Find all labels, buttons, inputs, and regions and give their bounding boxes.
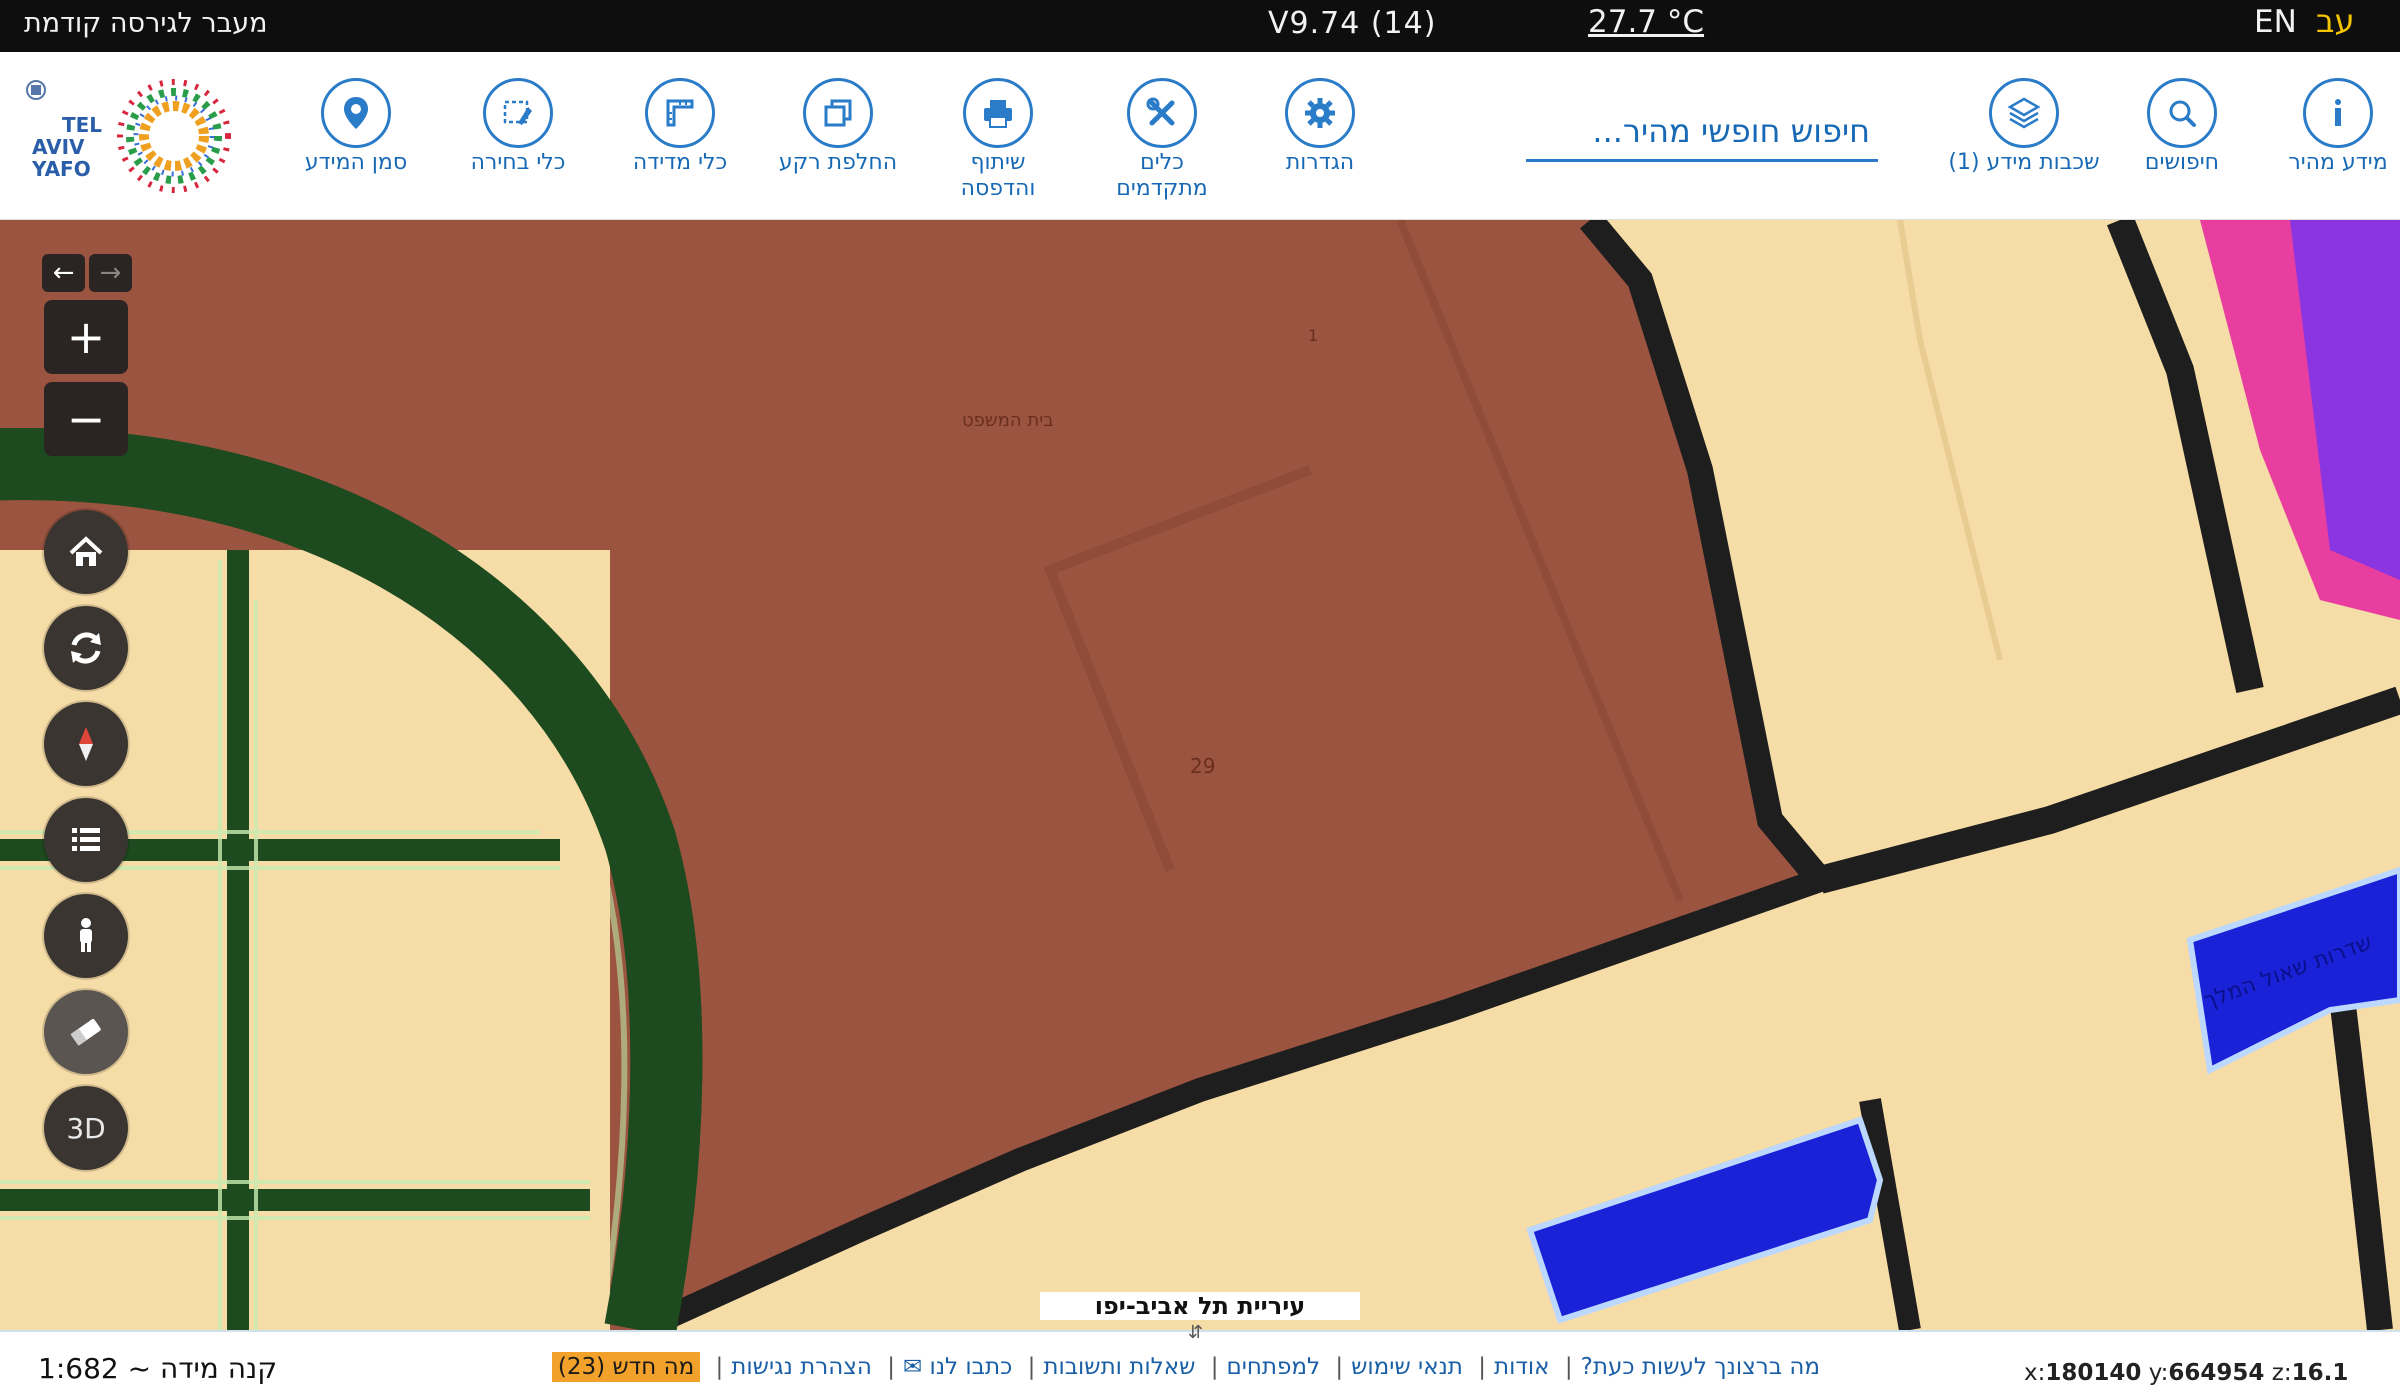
link-accessibility[interactable]: הצהרת נגישות	[731, 1354, 872, 1380]
zoom-in-button[interactable]: +	[44, 300, 128, 374]
share-print-tool[interactable]: שיתוף והדפסה	[918, 78, 1078, 202]
temperature-link[interactable]: 27.7 °C	[1588, 4, 1704, 40]
previous-version-link[interactable]: מעבר לגירסה קודמת	[24, 8, 268, 39]
y-value: 664954	[2168, 1360, 2265, 1386]
person-icon	[80, 918, 92, 952]
advanced-tools-tool[interactable]: כלים מתקדמים	[1082, 78, 1242, 202]
footer-links: מה ברצונך לעשות כעת?| אודות| תנאי שימוש|…	[551, 1352, 1820, 1382]
main-toolbar: TEL AVIV YAFO מידע מהיר חיפושים שכבות מי…	[0, 52, 2400, 220]
measure-label: כלי מדידה	[632, 150, 728, 175]
map-label-court: בית המשפט	[962, 410, 1054, 431]
layers-tool[interactable]: שכבות מידע (1)	[1944, 78, 2104, 176]
language-en-button[interactable]: EN	[2254, 4, 2297, 40]
ruler-icon	[666, 99, 694, 127]
whats-new-badge[interactable]: מה חדש (23)	[551, 1352, 701, 1382]
link-developers[interactable]: למפתחים	[1226, 1354, 1320, 1380]
map-attribution: עיריית תל אביב-יפו	[1040, 1292, 1360, 1320]
link-what-to-do[interactable]: מה ברצונך לעשות כעת?	[1581, 1354, 1820, 1380]
select-icon	[503, 100, 532, 125]
share-print-label: שיתוף והדפסה	[960, 150, 1036, 201]
history-arrows: ← →	[42, 254, 132, 292]
quick-info-tool[interactable]: מידע מהיר	[2258, 78, 2400, 176]
quick-search-input[interactable]	[1526, 104, 1878, 158]
map-label-parcel-1: 1	[1308, 326, 1319, 345]
quick-info-label: מידע מהיר	[2288, 150, 2388, 175]
searches-tool[interactable]: חיפושים	[2102, 78, 2262, 176]
quick-search	[1526, 104, 1878, 162]
list-icon	[72, 828, 100, 851]
searches-label: חיפושים	[2144, 150, 2220, 175]
basemap-switch-tool[interactable]: החלפת רקע	[758, 78, 918, 176]
refresh-icon	[71, 632, 101, 664]
coordinates-readout: x:180140 y:664954 z:16.1	[2024, 1360, 2348, 1386]
gear-icon	[1305, 98, 1335, 128]
panel-resize-handle-icon[interactable]: ⇵	[1188, 1322, 1203, 1343]
svg-text:TEL: TEL	[62, 113, 102, 137]
z-label: z:	[2271, 1360, 2292, 1386]
x-label: x:	[2024, 1360, 2046, 1386]
layers-label: שכבות מידע (1)	[1948, 150, 2100, 175]
info-marker-tool[interactable]: סמן המידע	[276, 78, 436, 176]
clear-button[interactable]	[44, 990, 128, 1074]
link-terms[interactable]: תנאי שימוש	[1351, 1354, 1463, 1380]
layers-icon	[2007, 97, 2041, 129]
language-he-button[interactable]: עב	[2316, 2, 2355, 40]
version-label: V9.74 (14)	[1268, 6, 1437, 41]
link-contact[interactable]: כתבו לנו ✉	[903, 1354, 1012, 1380]
legend-button[interactable]	[44, 798, 128, 882]
forward-arrow-icon[interactable]: →	[89, 254, 132, 292]
info-icon	[2335, 99, 2341, 126]
basemap-switch-label: החלפת רקע	[778, 150, 898, 175]
home-button[interactable]	[44, 510, 128, 594]
street-view-button[interactable]	[44, 894, 128, 978]
map-label-parcel-29: 29	[1190, 754, 1216, 778]
home-icon	[69, 536, 103, 566]
tools-icon	[1146, 97, 1175, 126]
link-about[interactable]: אודות	[1494, 1354, 1550, 1380]
select-label: כלי בחירה	[470, 150, 566, 175]
plus-icon: +	[66, 310, 106, 364]
x-value: 180140	[2045, 1360, 2142, 1386]
tel-aviv-logo: TEL AVIV YAFO	[22, 76, 252, 200]
settings-label: הגדרות	[1285, 150, 1355, 175]
minus-icon: −	[66, 392, 106, 446]
logo-emblem-icon	[26, 80, 46, 100]
z-value: 16.1	[2291, 1360, 2349, 1386]
zoom-out-button[interactable]: −	[44, 382, 128, 456]
back-arrow-icon[interactable]: ←	[42, 254, 85, 292]
3d-label: 3D	[66, 1111, 106, 1145]
marker-icon	[344, 97, 368, 129]
top-status-bar: מעבר לגירסה קודמת V9.74 (14) 27.7 °C EN …	[0, 0, 2400, 52]
info-marker-label: סמן המידע	[304, 150, 408, 175]
basemap-icon	[824, 99, 852, 127]
map-canvas[interactable]: בית המשפט 1 29 שדרות שאול המלך	[0, 220, 2400, 1330]
map-scale: קנה מידה ~ 1:682	[38, 1352, 278, 1385]
y-label: y:	[2148, 1360, 2169, 1386]
advanced-tools-label: כלים מתקדמים	[1116, 150, 1208, 201]
compass-button[interactable]	[44, 702, 128, 786]
compass-icon	[79, 727, 93, 761]
select-tool[interactable]: כלי בחירה	[438, 78, 598, 176]
svg-text:AVIV: AVIV	[32, 135, 85, 159]
svg-text:YAFO: YAFO	[31, 157, 91, 181]
search-icon	[2169, 100, 2196, 127]
link-faq[interactable]: שאלות ותשובות	[1043, 1354, 1195, 1380]
settings-tool[interactable]: הגדרות	[1240, 78, 1400, 176]
print-icon	[984, 100, 1012, 128]
measure-tool[interactable]: כלי מדידה	[600, 78, 760, 176]
refresh-button[interactable]	[44, 606, 128, 690]
eraser-icon	[70, 1019, 101, 1046]
3d-button[interactable]: 3D	[44, 1086, 128, 1170]
